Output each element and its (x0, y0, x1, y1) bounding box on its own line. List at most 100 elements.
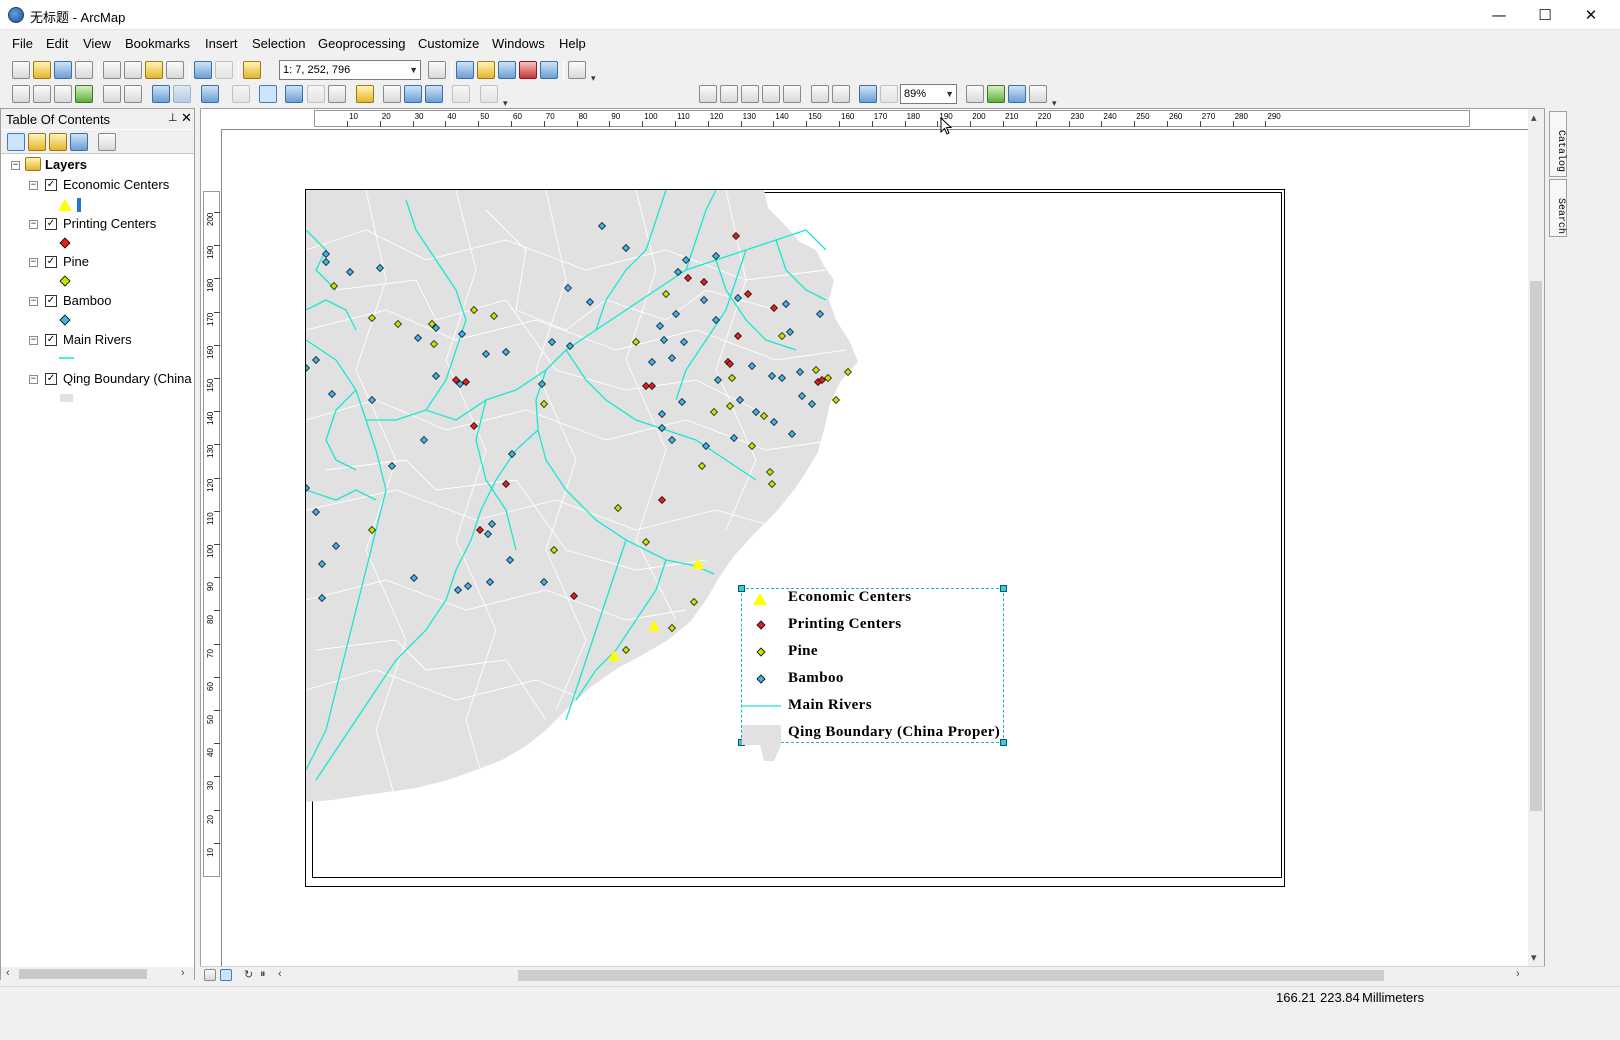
delete-icon[interactable] (166, 61, 184, 79)
hyperlink-lightning-icon[interactable] (307, 85, 325, 103)
collapse-layer-icon[interactable]: − (29, 297, 38, 306)
layout-horizontal-scrollbar[interactable]: ↻ ⏸ ‹ › (200, 966, 1545, 983)
cut-icon[interactable] (103, 61, 121, 79)
paste-icon[interactable] (145, 61, 163, 79)
arctoolbox-window-icon[interactable] (519, 61, 537, 79)
change-layout-icon[interactable] (1008, 85, 1026, 103)
print-icon[interactable] (75, 61, 93, 79)
toolbar-options-icon[interactable] (503, 85, 511, 109)
toc-layer-pine[interactable]: Pine (63, 254, 89, 269)
zoom-out-icon[interactable] (33, 85, 51, 103)
zoom-whole-page-icon[interactable] (762, 85, 780, 103)
toggle-draft-mode-icon[interactable] (966, 85, 984, 103)
scroll-up-icon[interactable]: ▴ (1531, 111, 1537, 124)
search-side-tab[interactable]: Search (1549, 179, 1567, 237)
scroll-thumb[interactable] (19, 969, 147, 979)
toc-close-icon[interactable]: ✕ (181, 110, 192, 126)
scroll-thumb[interactable] (518, 970, 1384, 981)
model-builder-icon[interactable] (568, 61, 586, 79)
close-button[interactable]: ✕ (1568, 0, 1614, 30)
list-by-source-icon[interactable] (28, 133, 46, 151)
pin-icon[interactable]: ⊥ (168, 111, 178, 124)
fixed-zoom-in-icon[interactable] (103, 85, 121, 103)
measure-icon[interactable] (356, 85, 374, 103)
menu-edit[interactable]: Edit (46, 36, 68, 51)
layer-visibility-checkbox[interactable]: ✓ (45, 334, 57, 346)
zoom-100-percent-icon[interactable] (783, 85, 801, 103)
toc-horizontal-scrollbar[interactable]: ‹ › (1, 967, 194, 980)
zoom-in-icon[interactable] (12, 85, 30, 103)
toc-layer-bamboo[interactable]: Bamboo (63, 293, 111, 308)
layout-zoom-combo[interactable]: 89% ▼ (900, 84, 957, 104)
catalog-side-tab[interactable]: Catalog (1549, 111, 1567, 177)
menu-bookmarks[interactable]: Bookmarks (125, 36, 190, 51)
toolbar-options-icon[interactable] (1052, 85, 1060, 109)
collapse-layer-icon[interactable]: − (29, 220, 38, 229)
select-features-icon[interactable] (201, 85, 219, 103)
list-by-selection-icon[interactable] (70, 133, 88, 151)
html-popup-icon[interactable] (328, 85, 346, 103)
scroll-left-icon[interactable]: ‹ (6, 967, 10, 979)
find-route-icon[interactable] (404, 85, 422, 103)
select-elements-arrow-icon[interactable] (259, 85, 277, 103)
pan-hand-icon[interactable] (54, 85, 72, 103)
scroll-down-icon[interactable]: ▾ (1531, 951, 1537, 964)
back-extent-icon[interactable] (152, 85, 170, 103)
scroll-right-icon[interactable]: › (181, 967, 185, 979)
time-slider-icon[interactable] (452, 85, 470, 103)
collapse-layer-icon[interactable]: − (29, 336, 38, 345)
menu-insert[interactable]: Insert (205, 36, 238, 51)
menu-windows[interactable]: Windows (492, 36, 545, 51)
layout-zoom-in-icon[interactable] (699, 85, 717, 103)
search-window-icon[interactable] (498, 61, 516, 79)
catalog-window-icon[interactable] (477, 61, 495, 79)
find-binoculars-icon[interactable] (383, 85, 401, 103)
clear-selection-icon[interactable] (232, 85, 250, 103)
menu-customize[interactable]: Customize (418, 36, 479, 51)
menu-help[interactable]: Help (559, 36, 586, 51)
scroll-right-icon[interactable]: › (1516, 968, 1520, 980)
maximize-button[interactable]: ☐ (1522, 0, 1568, 30)
toc-layer-qing-boundary[interactable]: Qing Boundary (China (63, 371, 192, 386)
go-to-xy-icon[interactable] (425, 85, 443, 103)
toolbar-options-icon[interactable] (591, 60, 599, 84)
layout-back-extent-icon[interactable] (859, 85, 877, 103)
layer-visibility-checkbox[interactable]: ✓ (45, 373, 57, 385)
resize-handle[interactable] (738, 585, 745, 592)
layers-root-label[interactable]: Layers (45, 157, 87, 172)
collapse-layer-icon[interactable]: − (29, 375, 38, 384)
layout-zoom-out-icon[interactable] (720, 85, 738, 103)
new-document-icon[interactable] (12, 61, 30, 79)
layer-visibility-checkbox[interactable]: ✓ (45, 179, 57, 191)
copy-icon[interactable] (124, 61, 142, 79)
map-scale-combo[interactable]: 1: 7, 252, 796 ▼ (279, 60, 421, 80)
menu-selection[interactable]: Selection (252, 36, 305, 51)
layer-visibility-checkbox[interactable]: ✓ (45, 256, 57, 268)
layout-fixed-zoom-out-icon[interactable] (832, 85, 850, 103)
resize-handle[interactable] (1000, 739, 1007, 746)
list-by-visibility-icon[interactable] (49, 133, 67, 151)
open-folder-icon[interactable] (33, 61, 51, 79)
toc-layer-printing-centers[interactable]: Printing Centers (63, 216, 156, 231)
identify-info-icon[interactable] (285, 85, 303, 103)
scroll-left-icon[interactable]: ‹ (278, 968, 282, 980)
full-extent-globe-icon[interactable] (75, 85, 93, 103)
fixed-zoom-out-icon[interactable] (124, 85, 142, 103)
menu-view[interactable]: View (83, 36, 111, 51)
map-legend[interactable]: Economic Centers Printing Centers Pine B… (738, 585, 1007, 761)
layer-visibility-checkbox[interactable]: ✓ (45, 295, 57, 307)
layout-vertical-scrollbar[interactable]: ▴ ▾ (1528, 109, 1544, 967)
data-view-tab-icon[interactable] (204, 969, 216, 981)
save-icon[interactable] (54, 61, 72, 79)
create-viewer-window-icon[interactable] (480, 85, 498, 103)
pause-drawing-icon[interactable]: ⏸ (260, 968, 266, 981)
collapse-layer-icon[interactable]: − (29, 258, 38, 267)
layer-visibility-checkbox[interactable]: ✓ (45, 218, 57, 230)
focus-data-frame-icon[interactable] (987, 85, 1005, 103)
layout-forward-extent-icon[interactable] (880, 85, 898, 103)
minimize-button[interactable]: — (1476, 0, 1522, 30)
refresh-icon[interactable]: ↻ (244, 968, 253, 981)
editor-toolbar-icon[interactable] (428, 61, 446, 79)
undo-icon[interactable] (194, 61, 212, 79)
redo-icon[interactable] (215, 61, 233, 79)
